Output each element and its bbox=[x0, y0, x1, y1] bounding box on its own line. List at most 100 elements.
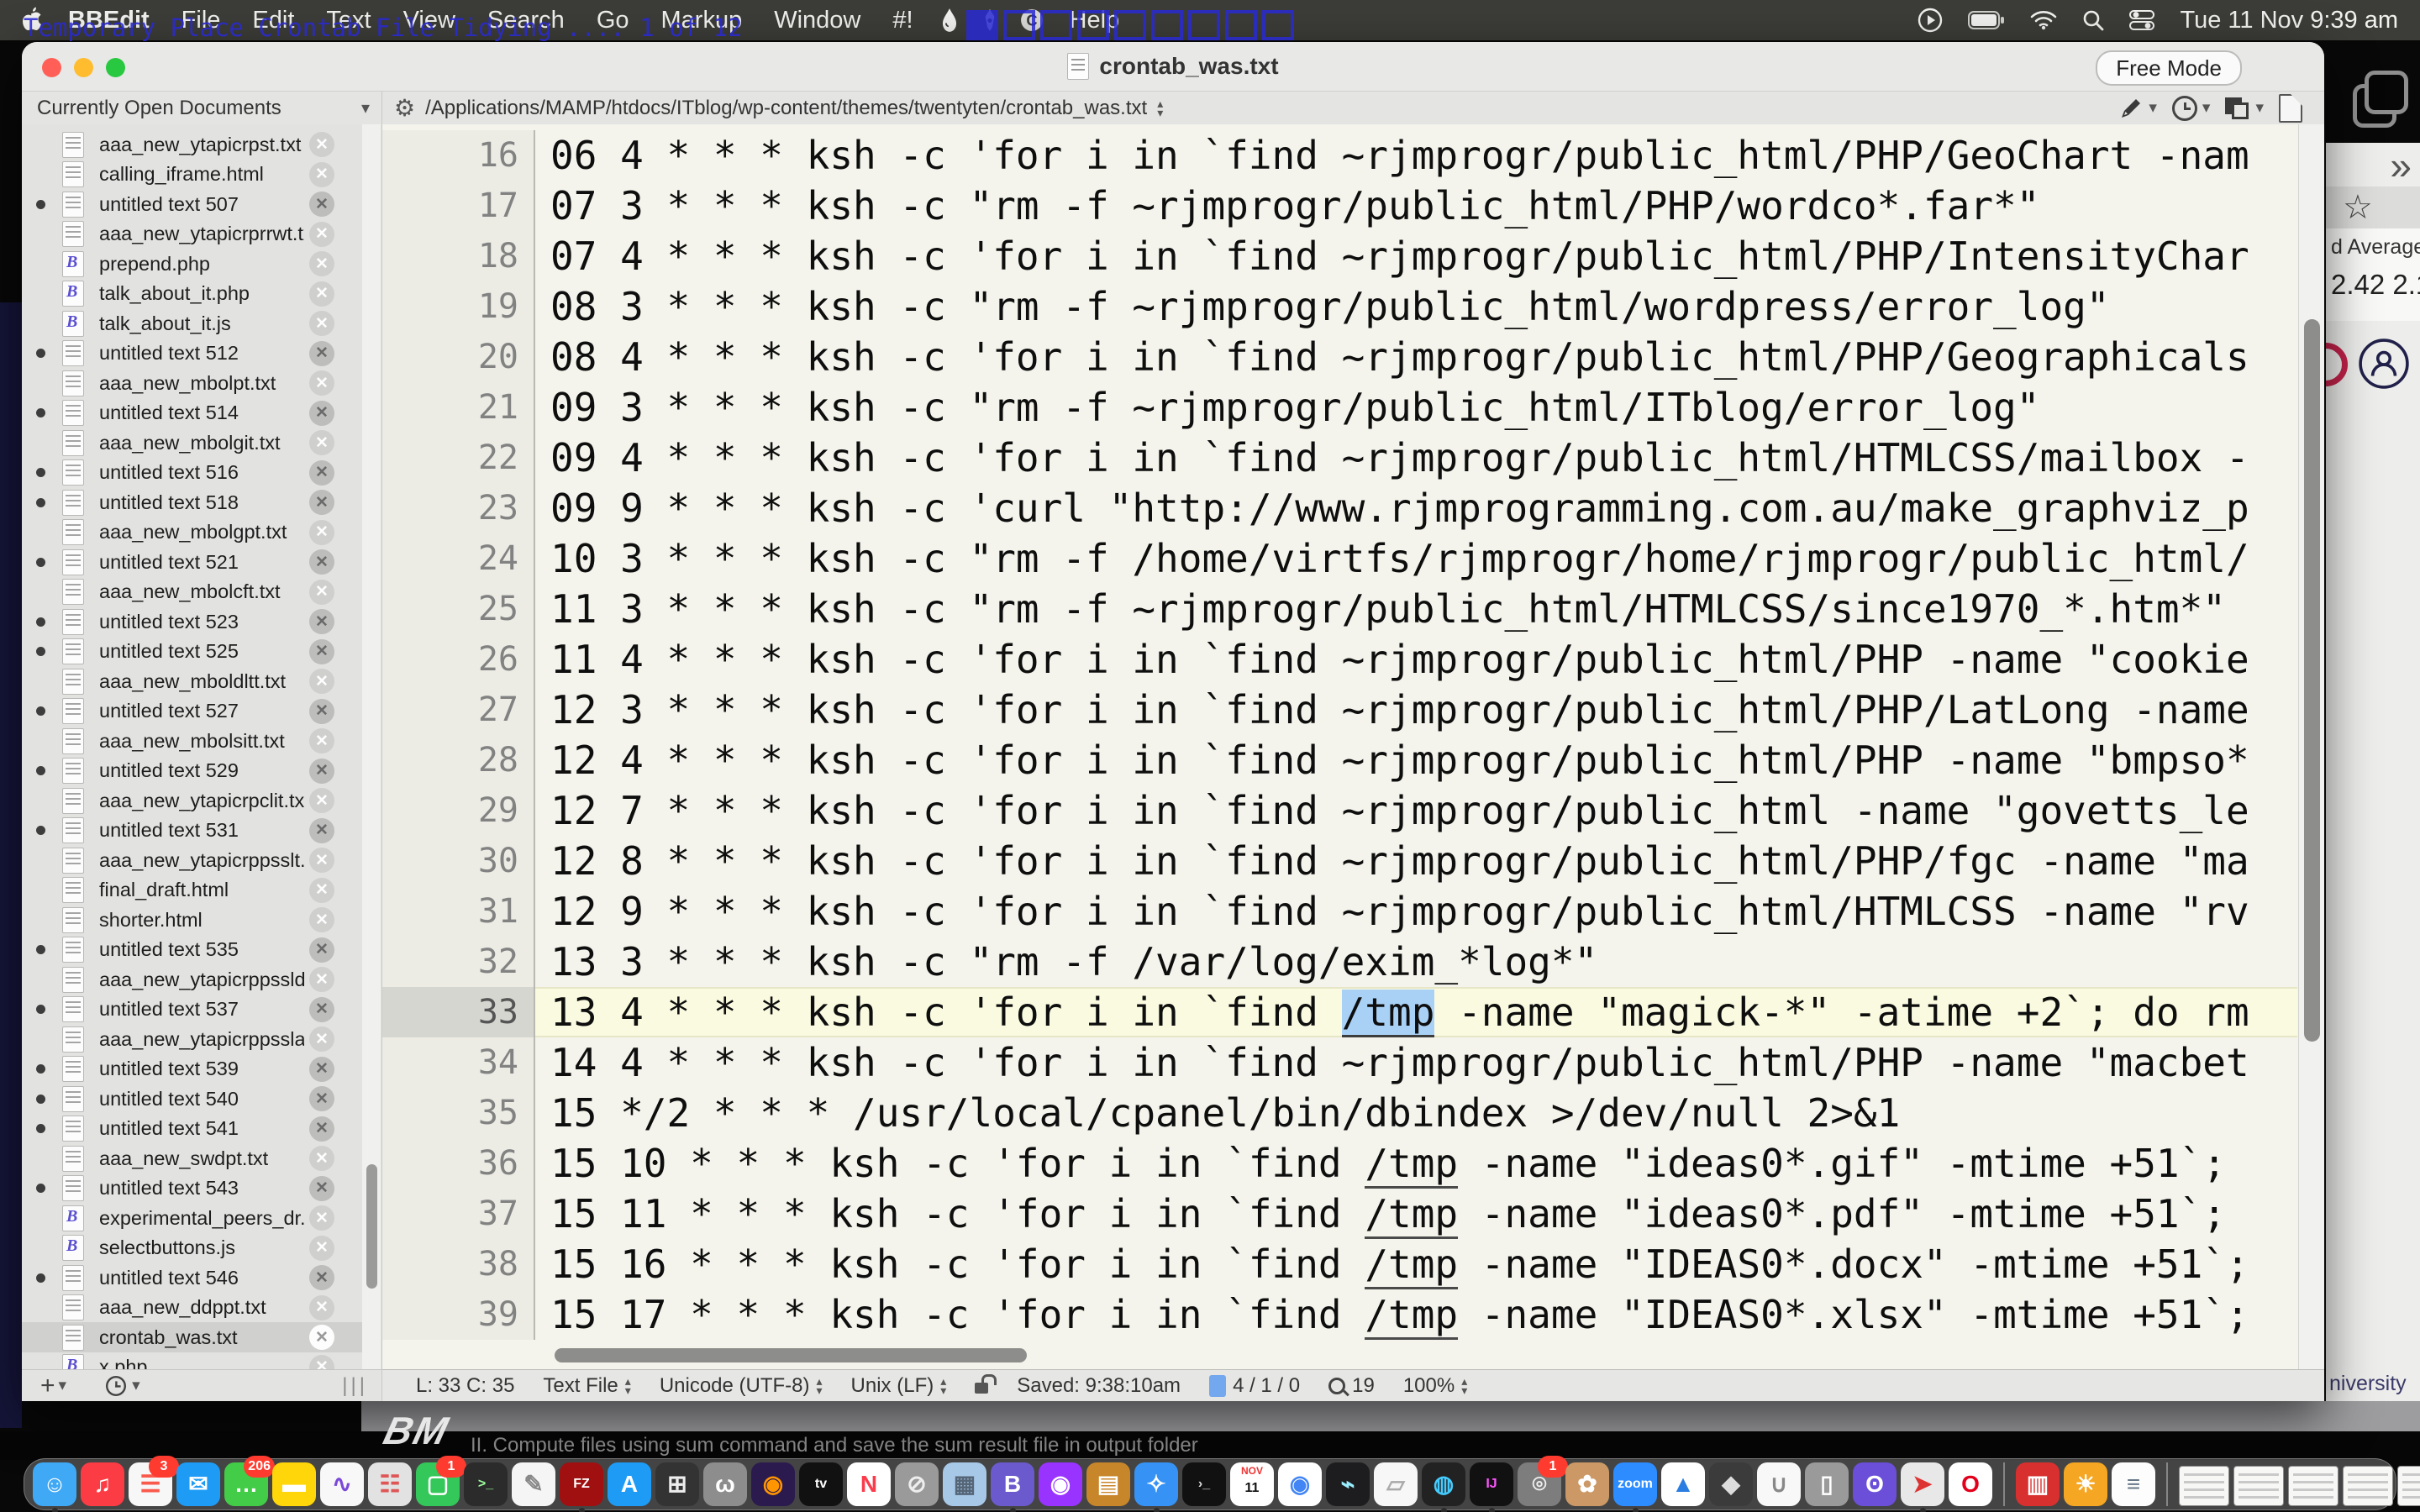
sidebar-item-aaa-new-mbolgit-txt[interactable]: aaa_new_mbolgit.txt✕ bbox=[22, 428, 363, 458]
dock-item-purple-face[interactable]: ʘ bbox=[1853, 1462, 1897, 1506]
dock-item-gimp[interactable]: ω bbox=[703, 1462, 747, 1506]
dock-item-apple-tv[interactable]: tv bbox=[799, 1462, 843, 1506]
sidebar-item-untitled-text-541[interactable]: untitled text 541✕ bbox=[22, 1114, 363, 1144]
dock-item-triangle-app[interactable]: ▲ bbox=[1661, 1462, 1705, 1506]
close-document-button[interactable]: ✕ bbox=[309, 490, 334, 515]
sidebar-item-untitled-text-521[interactable]: untitled text 521✕ bbox=[22, 547, 363, 577]
close-document-button[interactable]: ✕ bbox=[309, 1176, 334, 1201]
close-document-button[interactable]: ✕ bbox=[309, 937, 334, 963]
documents-tool[interactable]: ▾ bbox=[2225, 97, 2264, 119]
sidebar-item-untitled-text-537[interactable]: untitled text 537✕ bbox=[22, 995, 363, 1025]
close-document-button[interactable]: ✕ bbox=[309, 370, 334, 396]
close-document-button[interactable]: ✕ bbox=[309, 1086, 334, 1111]
close-document-button[interactable]: ✕ bbox=[309, 997, 334, 1022]
editor-line-28[interactable]: 2812 4 * * * ksh -c 'for i in `find ~rjm… bbox=[382, 735, 2297, 785]
close-document-button[interactable]: ✕ bbox=[309, 609, 334, 634]
close-document-button[interactable]: ✕ bbox=[309, 1355, 334, 1370]
sidebar-item-experimental-peers-dr-[interactable]: experimental_peers_dr...✕ bbox=[22, 1203, 363, 1233]
path-bar[interactable]: ⚙ /Applications/MAMP/htdocs/ITblog/wp-co… bbox=[394, 94, 2118, 122]
dock-item-iphone-mockup[interactable]: ▯ bbox=[1805, 1462, 1849, 1506]
sidebar-item-calling-iframe-html[interactable]: calling_iframe.html✕ bbox=[22, 160, 363, 190]
dock-item-minimized-window-2[interactable] bbox=[2233, 1466, 2284, 1506]
editor-line-26[interactable]: 2611 4 * * * ksh -c 'for i in `find ~rjm… bbox=[382, 634, 2297, 685]
dock-item-mail[interactable]: ✉ bbox=[176, 1462, 220, 1506]
editor-line-23[interactable]: 2309 9 * * * ksh -c 'curl "http://www.rj… bbox=[382, 483, 2297, 533]
editor-line-16[interactable]: 1606 4 * * * ksh -c 'for i in `find ~rjm… bbox=[382, 130, 2297, 181]
dock-item-dark-app[interactable]: ⌁ bbox=[1326, 1462, 1370, 1506]
star-icon[interactable]: ☆ bbox=[2343, 188, 2373, 227]
menu-clock[interactable]: Tue 11 Nov 9:39 am bbox=[2180, 7, 2398, 34]
close-document-button[interactable]: ✕ bbox=[309, 162, 334, 187]
sidebar-item-final-draft-html[interactable]: final_draft.html✕ bbox=[22, 875, 363, 906]
close-document-button[interactable]: ✕ bbox=[309, 907, 334, 932]
close-document-button[interactable]: ✕ bbox=[309, 639, 334, 664]
sidebar-item-untitled-text-529[interactable]: untitled text 529✕ bbox=[22, 756, 363, 786]
sidebar-item-untitled-text-514[interactable]: untitled text 514✕ bbox=[22, 398, 363, 428]
close-document-button[interactable]: ✕ bbox=[309, 281, 334, 307]
dock-item-pages-doc[interactable]: ▱ bbox=[1374, 1462, 1418, 1506]
menu-item-[interactable]: #! bbox=[876, 7, 929, 34]
add-document-button[interactable]: + bbox=[40, 1372, 55, 1400]
pane-resize-grip[interactable]: ||| bbox=[342, 1374, 368, 1398]
close-document-button[interactable]: ✕ bbox=[309, 549, 334, 575]
dock-item-textedit[interactable]: ✎ bbox=[512, 1462, 555, 1506]
close-document-button[interactable]: ✕ bbox=[309, 1116, 334, 1142]
dock-item-news[interactable]: N bbox=[847, 1462, 891, 1506]
close-document-button[interactable]: ✕ bbox=[309, 430, 334, 455]
battery-icon[interactable] bbox=[1968, 11, 2005, 29]
sidebar-item-talk-about-it-js[interactable]: talk_about_it.js✕ bbox=[22, 308, 363, 339]
sidebar-item-aaa-new-ytapicrpclit-txt[interactable]: aaa_new_ytapicrpclit.txt✕ bbox=[22, 785, 363, 816]
chevrons-icon[interactable]: » bbox=[2390, 143, 2412, 188]
sidebar-item-aaa-new-ytapicrppssla-[interactable]: aaa_new_ytapicrppssla...✕ bbox=[22, 1024, 363, 1054]
close-document-button[interactable]: ✕ bbox=[309, 669, 334, 694]
menu-item-window[interactable]: Window bbox=[758, 7, 876, 34]
close-document-button[interactable]: ✕ bbox=[309, 1205, 334, 1231]
sidebar-item-aaa-new-ytapicrppsslt-[interactable]: aaa_new_ytapicrppsslt....✕ bbox=[22, 845, 363, 875]
line-ending-menu[interactable]: Unix (LF)▴▾ bbox=[851, 1374, 947, 1398]
close-document-button[interactable]: ✕ bbox=[309, 759, 334, 784]
close-document-button[interactable]: ✕ bbox=[309, 311, 334, 336]
close-document-button[interactable]: ✕ bbox=[309, 1057, 334, 1082]
dock-item-chrome[interactable]: ◉ bbox=[1278, 1462, 1322, 1506]
sidebar-item-untitled-text-539[interactable]: untitled text 539✕ bbox=[22, 1054, 363, 1084]
sidebar-item-aaa-new-mbolpt-txt[interactable]: aaa_new_mbolpt.txt✕ bbox=[22, 368, 363, 398]
sidebar-item-shorter-html[interactable]: shorter.html✕ bbox=[22, 905, 363, 935]
lock-icon[interactable] bbox=[975, 1378, 988, 1394]
editor-line-22[interactable]: 2209 4 * * * ksh -c 'for i in `find ~rjm… bbox=[382, 433, 2297, 483]
dock-item-filezilla[interactable]: FZ bbox=[560, 1462, 603, 1506]
play-circle-icon[interactable] bbox=[1918, 8, 1943, 33]
cursor-position[interactable]: L: 33 C: 35 bbox=[416, 1374, 514, 1398]
dock-item-terminal[interactable]: >_ bbox=[464, 1462, 508, 1506]
close-document-button[interactable]: ✕ bbox=[309, 699, 334, 724]
sidebar-item-untitled-text-523[interactable]: untitled text 523✕ bbox=[22, 606, 363, 637]
file-type-menu[interactable]: Text File▴▾ bbox=[543, 1374, 630, 1398]
close-document-button[interactable]: ✕ bbox=[309, 580, 334, 605]
editor-line-33[interactable]: 3313 4 * * * ksh -c 'for i in `find /tmp… bbox=[382, 987, 2297, 1037]
editor-line-38[interactable]: 3815 16 * * * ksh -c 'for i in `find /tm… bbox=[382, 1239, 2297, 1289]
dock-item-siri[interactable]: ◍ bbox=[1422, 1462, 1465, 1506]
editor-line-32[interactable]: 3213 3 * * * ksh -c "rm -f /var/log/exim… bbox=[382, 937, 2297, 987]
history-tool[interactable]: ▾ bbox=[2172, 96, 2211, 121]
editor-line-29[interactable]: 2912 7 * * * ksh -c 'for i in `find ~rjm… bbox=[382, 785, 2297, 836]
dock-item-firefox[interactable]: ◉ bbox=[751, 1462, 795, 1506]
dock-item-minimized-window-3[interactable] bbox=[2288, 1466, 2338, 1506]
sidebar-item-crontab-was-txt[interactable]: crontab_was.txt✕ bbox=[22, 1322, 363, 1352]
sidebar-item-untitled-text-535[interactable]: untitled text 535✕ bbox=[22, 935, 363, 965]
close-document-button[interactable]: ✕ bbox=[309, 251, 334, 276]
close-document-button[interactable]: ✕ bbox=[309, 1325, 334, 1350]
close-document-button[interactable]: ✕ bbox=[309, 1146, 334, 1171]
editor-line-39[interactable]: 3915 17 * * * ksh -c 'for i in `find /tm… bbox=[382, 1289, 2297, 1340]
dock-item-zoom[interactable]: zoom bbox=[1613, 1462, 1657, 1506]
close-document-button[interactable]: ✕ bbox=[309, 520, 334, 545]
droplet-menu-icon[interactable] bbox=[939, 8, 960, 33]
sidebar-item-prepend-php[interactable]: prepend.php✕ bbox=[22, 249, 363, 279]
dock-item-blocked[interactable]: ⊘ bbox=[895, 1462, 939, 1506]
dock-item-freeform[interactable]: ∿ bbox=[320, 1462, 364, 1506]
editor-line-36[interactable]: 3615 10 * * * ksh -c 'for i in `find /tm… bbox=[382, 1138, 2297, 1189]
close-document-button[interactable]: ✕ bbox=[309, 967, 334, 992]
dock-item-minimized-window-1[interactable] bbox=[2179, 1466, 2229, 1506]
dock-item-white-blob[interactable]: ∪ bbox=[1757, 1462, 1801, 1506]
sidebar-item-untitled-text-512[interactable]: untitled text 512✕ bbox=[22, 339, 363, 369]
dock-item-finder[interactable]: ☺ bbox=[33, 1462, 76, 1506]
editor-line-21[interactable]: 2109 3 * * * ksh -c "rm -f ~rjmprogr/pub… bbox=[382, 382, 2297, 433]
